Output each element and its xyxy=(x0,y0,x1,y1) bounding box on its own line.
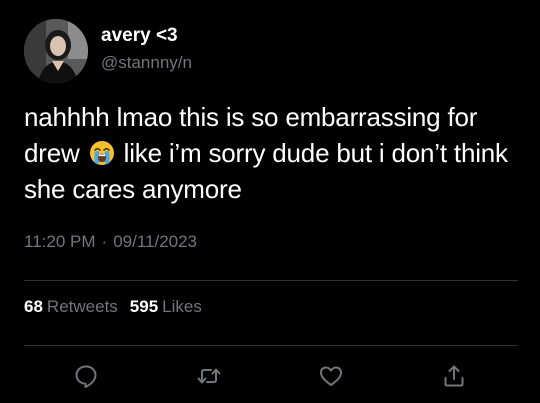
retweet-button[interactable] xyxy=(196,363,222,389)
heart-icon xyxy=(320,366,342,386)
retweets-label: Retweets xyxy=(46,297,118,316)
avatar[interactable] xyxy=(24,19,88,83)
loudly-crying-face-icon xyxy=(89,139,115,165)
tweet-text: nahhhh lmao this is so embarrassing for … xyxy=(24,99,524,207)
avatar-image xyxy=(24,19,88,83)
user-handle[interactable]: @stannny/n xyxy=(101,53,192,73)
display-name[interactable]: avery <3 xyxy=(101,25,178,47)
tweet-time: 11:20 PM xyxy=(24,232,96,251)
tweet-date: 09/11/2023 xyxy=(113,232,198,251)
tweet-card: avery <3 @stannny/n nahhhh lmao this is … xyxy=(0,0,540,403)
likes-stat[interactable]: 595 Likes xyxy=(130,297,202,316)
share-button[interactable] xyxy=(441,363,467,389)
likes-count: 595 xyxy=(129,297,159,316)
tweet-timestamp[interactable]: 11:20 PM · 09/11/2023 xyxy=(24,232,197,252)
retweets-count: 68 xyxy=(24,297,43,316)
divider-top xyxy=(24,280,518,281)
tweet-stats: 68 Retweets 595 Likes xyxy=(24,297,202,317)
meta-separator: · xyxy=(101,232,108,251)
like-button[interactable] xyxy=(318,363,344,389)
share-icon xyxy=(444,365,464,387)
reply-button[interactable] xyxy=(73,363,99,389)
divider-bottom xyxy=(24,345,518,346)
retweet-icon xyxy=(197,368,221,384)
likes-label: Likes xyxy=(162,297,202,316)
reply-icon xyxy=(75,365,97,388)
retweets-stat[interactable]: 68 Retweets xyxy=(24,297,118,316)
